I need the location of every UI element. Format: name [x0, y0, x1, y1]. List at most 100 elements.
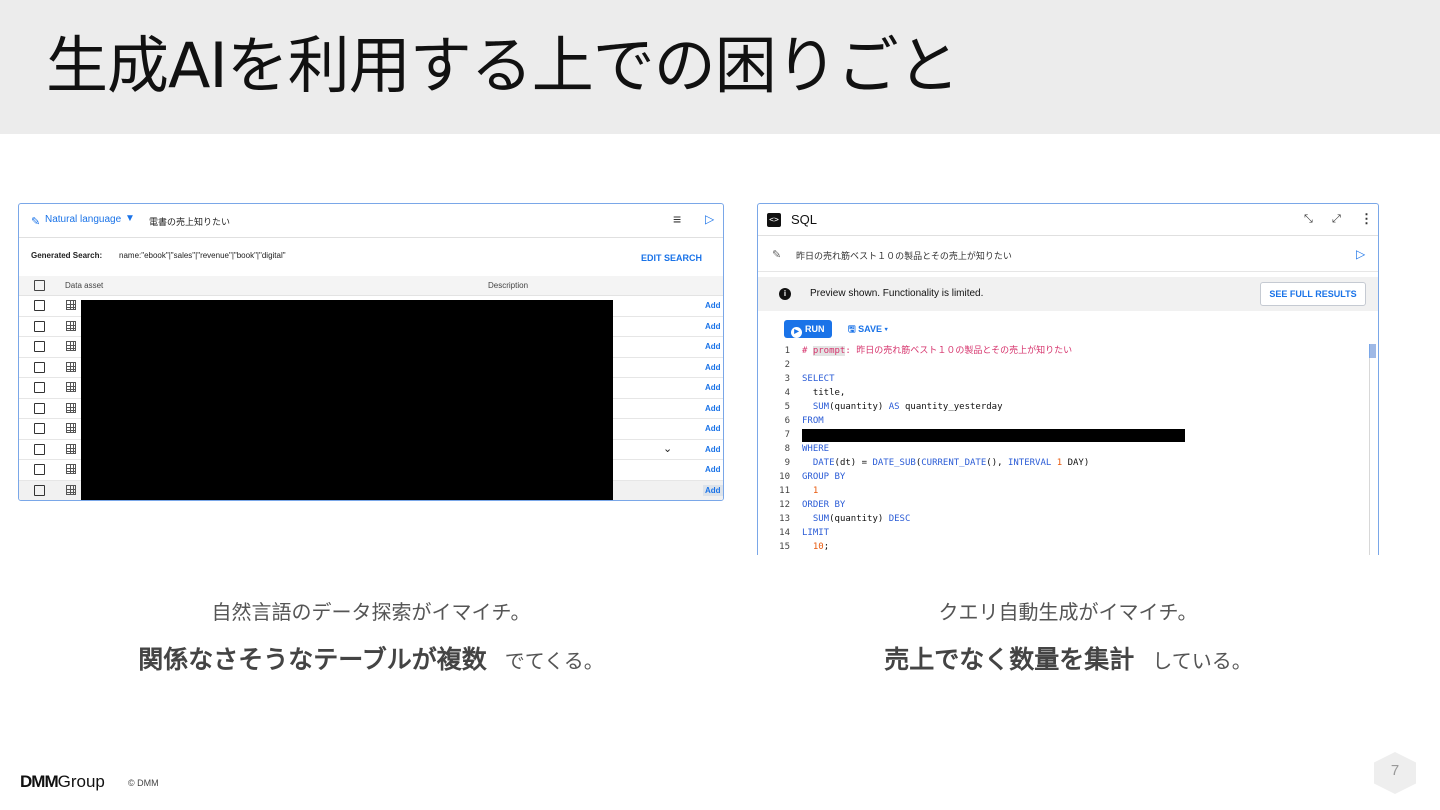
add-button[interactable]: Add [703, 423, 723, 434]
line-number: 14 [779, 528, 790, 538]
chevron-down-icon[interactable]: ⌄ [663, 442, 672, 455]
table-icon [66, 382, 76, 392]
line-number: 9 [784, 458, 790, 468]
search-bar: ✎ Natural language ▼ 電書の売上知りたい ≡ ▷ [19, 204, 723, 238]
add-button[interactable]: Add [703, 300, 723, 311]
magic-wand-icon: ✎ [31, 216, 41, 228]
redaction-block [802, 429, 1185, 442]
collapse-icon[interactable]: ⤡ [1304, 213, 1313, 226]
row-checkbox[interactable] [34, 300, 45, 311]
code-line: 8 WHERE [758, 442, 1378, 456]
logo-main: DMM [20, 772, 59, 791]
table-icon [66, 423, 76, 433]
title-band: 生成AIを利用する上での困りごと [0, 0, 1440, 134]
add-button[interactable]: Add [703, 362, 723, 373]
code-line: 10 GROUP BY [758, 470, 1378, 484]
row-checkbox[interactable] [34, 341, 45, 352]
send-icon[interactable]: ▷ [705, 212, 714, 226]
left-caption-rest: でてくる。 [504, 649, 604, 673]
code-text: SUM(quantity) AS quantity_yesterday [812, 402, 1003, 412]
table-icon [66, 320, 76, 331]
line-number: 8 [784, 444, 790, 454]
select-all-checkbox[interactable] [34, 280, 45, 291]
code-line: 12 ORDER BY [758, 498, 1378, 512]
code-text: GROUP BY [802, 472, 846, 482]
line-number: 2 [784, 360, 790, 370]
more-vert-icon[interactable]: ⋮ [1360, 211, 1373, 227]
left-caption-line1: 自然言語のデータ探索がイマイチ。 [211, 600, 531, 624]
caret-down-icon[interactable]: ▼ [125, 213, 135, 224]
add-button[interactable]: Add [703, 444, 723, 455]
run-button[interactable]: ▶ RUN [784, 320, 832, 338]
line-number: 11 [779, 486, 790, 496]
table-icon [66, 341, 76, 351]
row-checkbox[interactable] [34, 402, 45, 414]
prompt-input[interactable]: 昨日の売れ筋ベスト１０の製品とその売上が知りたい [796, 249, 1012, 262]
column-header-data-asset: Data asset [65, 281, 104, 290]
row-checkbox[interactable] [34, 361, 45, 373]
table-icon [66, 464, 76, 474]
right-caption-emphasis: 売上でなく数量を集計 [884, 645, 1135, 674]
code-line: 11 1 [758, 484, 1378, 498]
search-query-input[interactable]: 電書の売上知りたい [149, 215, 230, 228]
code-text: WHERE [802, 444, 830, 454]
code-line: 4 title, [758, 386, 1378, 400]
table-icon [66, 300, 76, 310]
line-number: 12 [779, 500, 790, 510]
add-button[interactable]: Add [703, 464, 723, 475]
sql-panel-header: <> SQL ⤡ ⤢ ⋮ [758, 204, 1378, 236]
natural-language-search-panel: ✎ Natural language ▼ 電書の売上知りたい ≡ ▷ Gener… [18, 203, 724, 501]
mode-dropdown[interactable]: Natural language [45, 214, 121, 225]
add-button[interactable]: Add [703, 382, 723, 393]
add-button[interactable]: Add [703, 341, 723, 352]
row-checkbox[interactable] [34, 484, 45, 496]
save-button[interactable]: 🖫 SAVE ▾ [848, 322, 888, 338]
scrollbar-track[interactable] [1369, 344, 1370, 555]
sql-code-editor[interactable]: 1 # prompt: 昨日の売れ筋ベスト１０の製品とその売上が知りたい 2 3 SEL… [758, 344, 1378, 554]
code-text: 1 [812, 486, 819, 496]
open-in-new-icon[interactable]: ⤢ [1332, 213, 1341, 226]
generated-search-label: Generated Search: [31, 251, 103, 260]
code-icon: <> [767, 213, 781, 227]
code-line: 1 # prompt: 昨日の売れ筋ベスト１０の製品とその売上が知りたい [758, 344, 1378, 358]
scrollbar-thumb[interactable] [1369, 344, 1376, 358]
table-icon [66, 484, 76, 495]
add-button[interactable]: Add [703, 484, 723, 496]
prompt-row: ✎ 昨日の売れ筋ベスト１０の製品とその売上が知りたい ▷ [758, 236, 1378, 272]
code-text: SELECT [802, 374, 835, 384]
caret-down-icon: ▾ [882, 324, 888, 334]
preview-notice-text: Preview shown. Functionality is limited. [810, 288, 984, 299]
code-line: 9 DATE(dt) = DATE_SUB(CURRENT_DATE(), IN… [758, 456, 1378, 470]
add-button[interactable]: Add [703, 321, 723, 332]
see-full-results-button[interactable]: SEE FULL RESULTS [1260, 282, 1366, 306]
code-text: # prompt: 昨日の売れ筋ベスト１０の製品とその売上が知りたい [802, 346, 1073, 356]
logo-sub: Group [57, 772, 105, 791]
column-header-description: Description [488, 281, 529, 290]
right-caption-line1: クエリ自動生成がイマイチ。 [938, 600, 1198, 624]
play-icon: ▶ [791, 327, 802, 338]
generated-search-value: name:"ebook"|"sales"|"revenue"|"book"|"d… [119, 251, 286, 260]
table-icon [66, 361, 76, 372]
add-button[interactable]: Add [703, 403, 723, 414]
send-icon[interactable]: ▷ [1356, 247, 1365, 261]
code-text: FROM [802, 416, 824, 426]
code-text: 10; [812, 542, 830, 552]
code-line: 14 LIMIT [758, 526, 1378, 540]
magic-wand-icon: ✎ [772, 249, 782, 261]
line-number: 7 [784, 430, 790, 440]
row-checkbox[interactable] [34, 443, 45, 455]
line-number: 13 [779, 514, 790, 524]
sql-panel-title: SQL [791, 212, 818, 227]
row-checkbox[interactable] [34, 382, 45, 393]
edit-search-button[interactable]: EDIT SEARCH [641, 253, 702, 263]
save-icon: 🖫 [848, 324, 859, 334]
right-caption-line2: 売上でなく数量を集計 している。 [757, 640, 1379, 676]
filter-icon[interactable]: ≡ [673, 211, 681, 227]
right-caption-rest: している。 [1152, 649, 1252, 673]
run-label: RUN [805, 324, 825, 334]
row-checkbox[interactable] [34, 320, 45, 332]
row-checkbox[interactable] [34, 423, 45, 434]
row-checkbox[interactable] [34, 464, 45, 475]
code-text: title, [802, 388, 846, 398]
line-number: 10 [779, 472, 790, 482]
